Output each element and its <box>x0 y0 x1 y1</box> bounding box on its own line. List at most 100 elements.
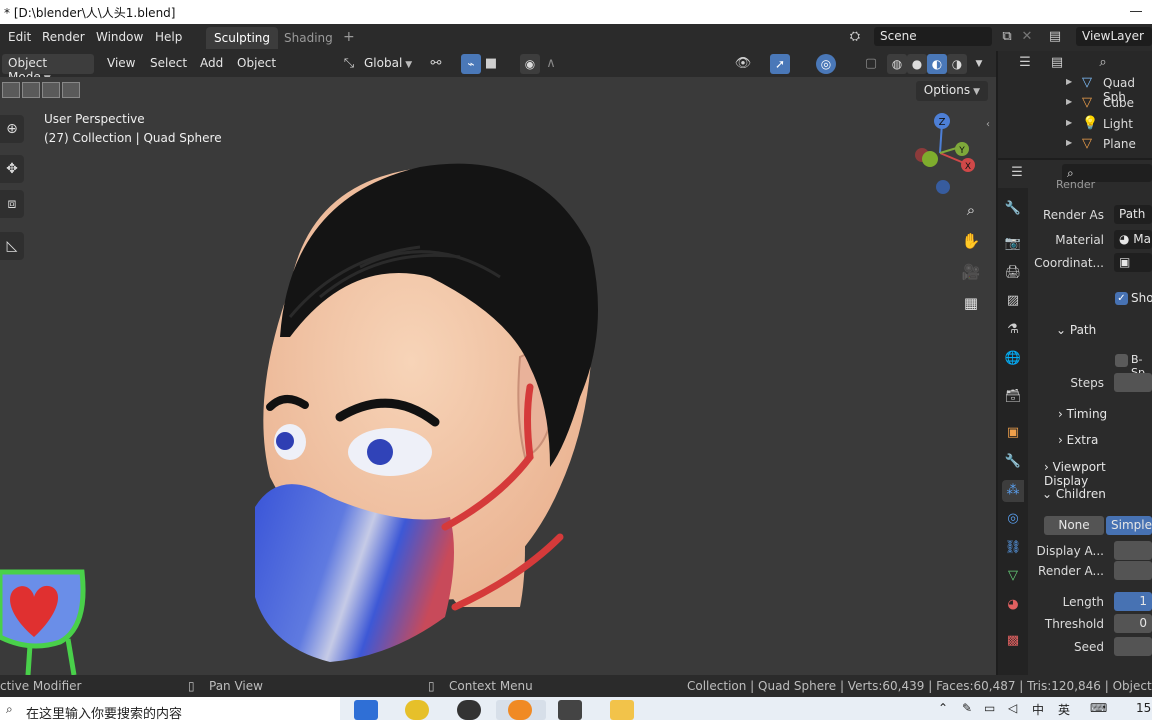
taskbar-search[interactable]: ⌕ 在这里输入你要搜索的内容 <box>0 697 340 720</box>
display-amount-field[interactable] <box>1114 541 1152 560</box>
children-section[interactable]: ⌄ Children <box>1042 487 1106 501</box>
navigation-gizmo[interactable]: Z Y X <box>906 111 986 195</box>
scale-tool-icon[interactable]: ⧈ <box>0 190 24 218</box>
shading-solid-icon[interactable]: ● <box>907 54 927 74</box>
particles-tab-icon[interactable]: ⁂ <box>1002 480 1024 502</box>
editor-type-icon[interactable]: ☰ <box>1016 54 1034 72</box>
tab-sculpting[interactable]: Sculpting <box>206 27 279 49</box>
select-intersect-icon[interactable] <box>62 82 80 98</box>
overlay-toggle-icon[interactable]: ◎ <box>816 54 836 74</box>
bspline-checkbox[interactable] <box>1115 354 1128 367</box>
visibility-icon[interactable]: 👁 <box>734 55 752 73</box>
zoom-icon[interactable]: ⌕ <box>958 197 984 223</box>
editor-type-icon[interactable]: ☰ <box>1008 164 1026 182</box>
minimize-button[interactable] <box>1130 0 1144 20</box>
delete-scene-icon[interactable]: ✕ <box>1018 28 1036 46</box>
snap-toggle-icon[interactable]: ⌁ <box>461 54 481 74</box>
gizmo-toggle-icon[interactable]: ➚ <box>770 54 790 74</box>
camera-icon[interactable]: 🎥 <box>958 259 984 285</box>
view-layer-selector[interactable]: ViewLayer <box>1076 27 1152 46</box>
shading-wireframe-icon[interactable]: ◍ <box>887 54 907 74</box>
expand-icon[interactable]: ▶ <box>1066 118 1072 127</box>
pivot-icon[interactable]: ⚯ <box>427 55 445 73</box>
app-icon-folder[interactable] <box>610 700 634 720</box>
app-icon-chrome[interactable] <box>405 700 429 720</box>
path-section[interactable]: ⌄ Path <box>1056 323 1096 337</box>
app-icon-store[interactable] <box>354 700 378 720</box>
shading-material-icon[interactable]: ◐ <box>927 54 947 74</box>
menu-render[interactable]: Render <box>42 30 85 44</box>
modifier-tab-icon[interactable]: 🔧 <box>1002 451 1024 473</box>
select-subtract-icon[interactable] <box>42 82 60 98</box>
material-dropdown[interactable]: ◕ Ma <box>1114 230 1152 249</box>
children-none-button[interactable]: None <box>1044 516 1104 535</box>
steps-field[interactable] <box>1114 373 1152 392</box>
falloff-icon[interactable]: ∧ <box>542 55 560 73</box>
threshold-field[interactable]: 0 <box>1114 614 1152 633</box>
view-layer-icon[interactable]: ▤ <box>1046 28 1064 46</box>
shading-rendered-icon[interactable]: ◑ <box>947 54 967 74</box>
vp-menu-select[interactable]: Select <box>150 56 187 70</box>
tray-lang-label[interactable]: 英 <box>1058 701 1070 718</box>
gizmo-neg-z[interactable] <box>936 180 950 194</box>
xray-icon[interactable]: ▢ <box>862 55 880 73</box>
data-tab-icon[interactable]: ▽ <box>1002 565 1024 587</box>
app-icon-inkscape[interactable] <box>558 700 582 720</box>
menu-edit[interactable]: Edit <box>8 30 31 44</box>
search-icon[interactable]: ⌕ <box>1094 54 1112 72</box>
length-field[interactable]: 1 <box>1114 592 1152 611</box>
show-checkbox[interactable]: ✓ <box>1115 292 1128 305</box>
add-workspace-icon[interactable]: + <box>343 29 355 45</box>
menu-help[interactable]: Help <box>155 30 182 44</box>
physics-tab-icon[interactable]: ◎ <box>1002 508 1024 530</box>
render-as-dropdown[interactable]: Path <box>1114 205 1152 224</box>
texture-tab-icon[interactable]: ▩ <box>1002 630 1024 652</box>
vp-menu-object[interactable]: Object <box>237 56 276 70</box>
tray-up-icon[interactable]: ⌃ <box>938 701 948 715</box>
scene-tab-icon[interactable]: ⚗ <box>1002 319 1024 341</box>
app-icon-obs[interactable] <box>457 700 481 720</box>
outliner-row[interactable]: ▶ ▽ Cube <box>998 94 1152 114</box>
viewport-display-section[interactable]: › Viewport Display <box>1044 460 1152 488</box>
sidebar-toggle-icon[interactable]: ‹ <box>986 119 990 130</box>
gizmo-neg-y[interactable] <box>922 151 938 167</box>
tray-volume-icon[interactable]: ◁ <box>1008 701 1017 715</box>
tray-keyboard-icon[interactable]: ⌨ <box>1090 701 1107 715</box>
children-simple-button[interactable]: Simple <box>1106 516 1152 535</box>
expand-icon[interactable]: ▶ <box>1066 77 1072 86</box>
head-model[interactable] <box>230 137 630 675</box>
expand-icon[interactable]: ▶ <box>1066 97 1072 106</box>
tool-tab-icon[interactable]: 🔧 <box>1002 198 1024 220</box>
blender-icon[interactable] <box>508 700 532 720</box>
snap-target-icon[interactable]: ■ <box>482 55 500 73</box>
chevron-down-icon[interactable]: ▼ <box>970 55 988 73</box>
render-tab-icon[interactable]: 📷 <box>1002 233 1024 255</box>
tray-network-icon[interactable]: ▭ <box>984 701 995 715</box>
tray-ime-icon[interactable]: 中 <box>1032 701 1044 718</box>
select-extend-icon[interactable] <box>22 82 40 98</box>
outliner-row[interactable]: ▶ ▽ Plane <box>998 135 1152 155</box>
tray-clock[interactable]: 15 <box>1136 701 1151 715</box>
display-mode-icon[interactable]: ▤ <box>1048 54 1066 72</box>
orientation-selector[interactable]: Global ▼ <box>358 54 418 74</box>
extra-section[interactable]: › Extra <box>1058 433 1098 447</box>
options-dropdown[interactable]: Options ▼ <box>915 81 988 101</box>
material-tab-icon[interactable]: ◕ <box>1002 594 1024 616</box>
coordinate-field[interactable]: ▣ <box>1114 253 1152 272</box>
cursor-tool-icon[interactable]: ⊕ <box>0 115 24 143</box>
timing-section[interactable]: › Timing <box>1058 407 1107 421</box>
measure-tool-icon[interactable]: ◺ <box>0 232 24 260</box>
outliner-row[interactable]: ▶ ▽ Quad Sph <box>998 74 1152 104</box>
proportional-edit-icon[interactable]: ◉ <box>520 54 540 74</box>
constraints-tab-icon[interactable]: ⛓ <box>1002 537 1024 559</box>
mode-selector[interactable]: Object Mode▼ <box>2 54 94 84</box>
menu-window[interactable]: Window <box>96 30 143 44</box>
3d-viewport[interactable]: Options ▼ User Perspective (27) Collectio… <box>0 77 996 675</box>
render-amount-field[interactable] <box>1114 561 1152 580</box>
object-tab-icon[interactable]: ▣ <box>1002 422 1024 444</box>
scene-selector[interactable]: Scene <box>874 27 992 46</box>
pan-hand-icon[interactable]: ✋ <box>958 228 984 254</box>
output-tab-icon[interactable]: 🖨 <box>1002 262 1024 284</box>
view-layer-tab-icon[interactable]: ▨ <box>1002 290 1024 312</box>
seed-field[interactable] <box>1114 637 1152 656</box>
